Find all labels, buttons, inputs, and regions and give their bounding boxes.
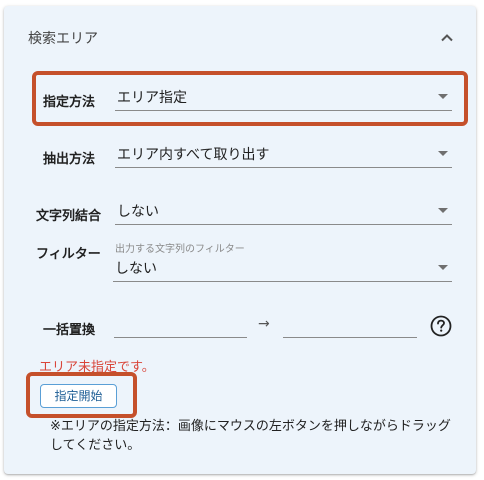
replace-arrow: → (258, 316, 270, 332)
filter-hint: 出力する文字列のフィルター (115, 244, 245, 255)
chevron-up-icon[interactable] (437, 28, 457, 48)
join-select[interactable]: しない (115, 197, 452, 225)
replace-to-input[interactable] (283, 314, 417, 338)
highlight-box-start-button (26, 372, 137, 418)
dropdown-arrow-icon (438, 151, 448, 156)
filter-select-value: しない (115, 261, 157, 277)
extract-label: 抽出方法 (43, 152, 96, 167)
highlight-box-method (32, 71, 468, 126)
panel-header[interactable]: 検索エリア (4, 6, 476, 70)
help-circle-icon[interactable] (430, 315, 452, 337)
replace-from-input[interactable] (114, 314, 247, 338)
instruction-note: ※エリアの指定方法：画像にマウスの左ボタンを押しながらドラッグしてください。 (50, 419, 451, 453)
filter-label: フィルター (36, 247, 101, 262)
extract-select-value: エリア内すべて取り出す (117, 147, 270, 163)
panel-title: 検索エリア (28, 31, 98, 47)
extract-select[interactable]: エリア内すべて取り出す (115, 140, 452, 168)
join-label: 文字列結合 (36, 209, 102, 224)
filter-select[interactable]: しない (113, 254, 452, 282)
dropdown-arrow-icon (438, 208, 448, 213)
replace-label: 一括置換 (43, 323, 96, 338)
join-select-value: しない (117, 204, 159, 220)
dropdown-arrow-icon (438, 265, 448, 270)
